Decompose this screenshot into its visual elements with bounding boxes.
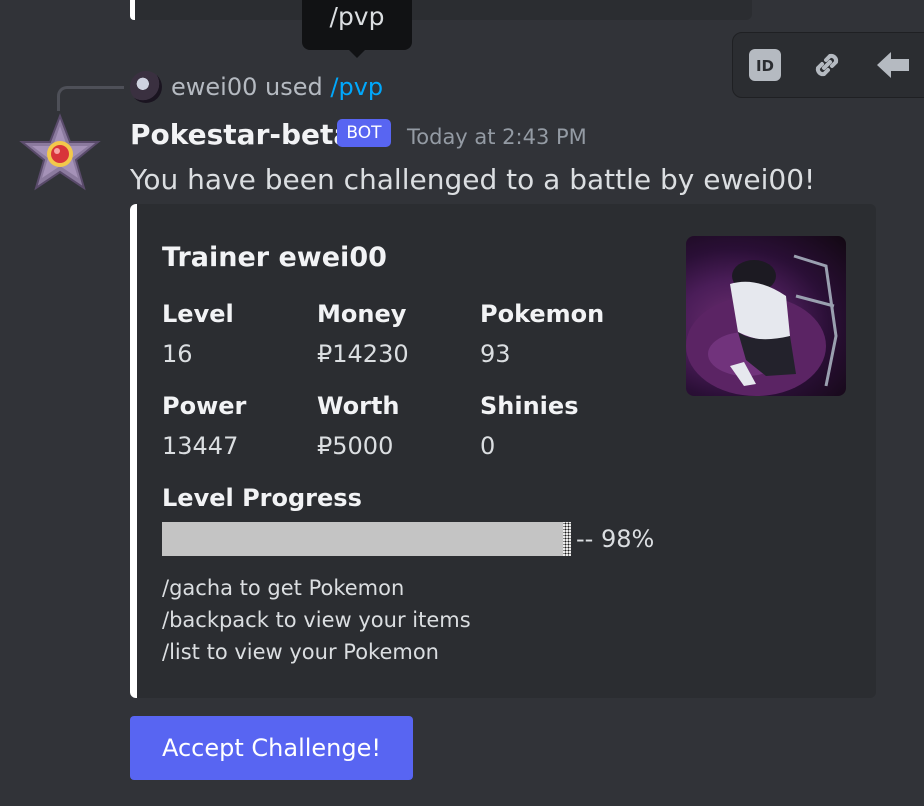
command-usage-line: ewei00 used /pvp [171, 70, 383, 104]
field-level-value: 16 [162, 340, 193, 368]
level-progress-bar [162, 522, 571, 556]
help-line-list: /list to view your Pokemon [162, 640, 439, 664]
field-pokemon-value: 93 [480, 340, 511, 368]
reply-user-avatar[interactable] [130, 71, 162, 103]
reply-verb: used [265, 73, 323, 101]
reply-username[interactable]: ewei00 [171, 73, 257, 101]
command-link[interactable]: /pvp [330, 73, 383, 101]
bot-tag: BOT [337, 119, 391, 147]
svg-text:ID: ID [756, 57, 774, 75]
message-toolbar: ID [732, 32, 924, 98]
link-icon [815, 53, 839, 77]
field-pokemon-name: Pokemon [480, 300, 605, 328]
level-progress-label: Level Progress [162, 484, 362, 512]
command-tooltip: /pvp [302, 0, 412, 58]
thumbnail-image [686, 254, 838, 396]
field-money-name: Money [317, 300, 407, 328]
embed-title: Trainer ewei00 [162, 242, 387, 273]
accept-challenge-button[interactable]: Accept Challenge! [130, 716, 413, 780]
field-worth-name: Worth [317, 392, 400, 420]
reply-spine [57, 86, 124, 111]
reply-arrow-icon [877, 52, 909, 78]
field-level-name: Level [162, 300, 234, 328]
trainer-thumbnail[interactable] [686, 236, 846, 396]
copy-id-button[interactable]: ID [745, 45, 785, 85]
field-worth-value: ₽5000 [317, 432, 394, 460]
id-card-icon: ID [749, 49, 781, 81]
help-line-gacha: /gacha to get Pokemon [162, 576, 405, 600]
author-name[interactable]: Pokestar-beta [130, 115, 352, 155]
embed-accent-bar [130, 204, 137, 698]
previous-embed-accent-bar [130, 0, 135, 20]
trainer-embed: Trainer ewei00 Level 16 Money ₽14230 Pok… [130, 204, 876, 698]
level-progress-text: -- 98% [576, 525, 655, 553]
field-shinies-name: Shinies [480, 392, 579, 420]
message-content: You have been challenged to a battle by … [130, 163, 816, 196]
previous-embed [130, 0, 752, 20]
bot-avatar[interactable] [18, 112, 102, 196]
reply-button[interactable] [871, 45, 911, 85]
field-money-value: ₽14230 [317, 340, 409, 368]
level-progress-fill [162, 522, 563, 556]
field-power-value: 13447 [162, 432, 239, 460]
message-timestamp[interactable]: Today at 2:43 PM [407, 122, 587, 152]
field-power-name: Power [162, 392, 247, 420]
field-shinies-value: 0 [480, 432, 496, 460]
copy-link-button[interactable] [807, 45, 847, 85]
help-line-backpack: /backpack to view your items [162, 608, 471, 632]
